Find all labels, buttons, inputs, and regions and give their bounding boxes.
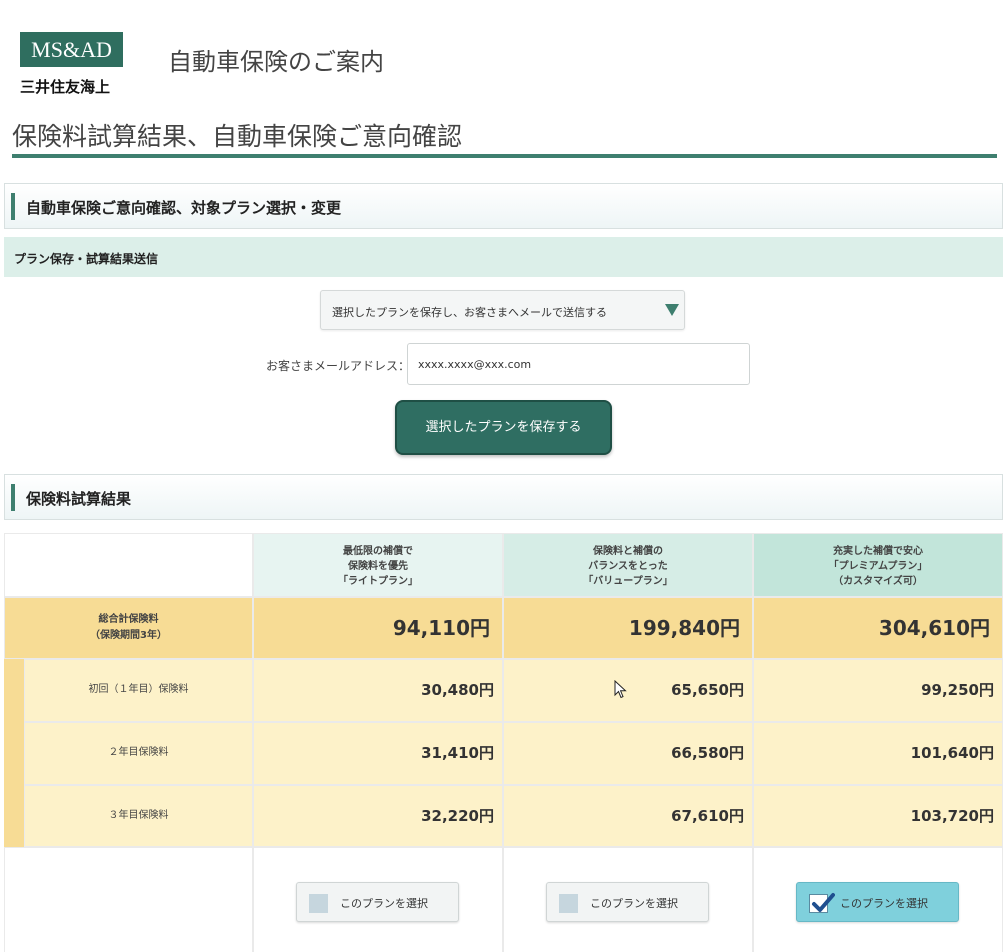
section-header-results: 保険料試算結果	[4, 474, 1003, 520]
select-plan-label: このプランを選択	[340, 897, 428, 910]
year1-premium-value: 65,650円	[503, 659, 753, 722]
select-premium-plan-button[interactable]: このプランを選択	[796, 882, 959, 922]
subsection-title: プラン保存・試算結果送信	[14, 252, 159, 266]
year1-premium-premium: 99,250円	[753, 659, 1003, 722]
site-title: 自動車保険のご案内	[168, 48, 384, 76]
title-divider	[12, 154, 997, 158]
section-title: 保険料試算結果	[26, 490, 132, 508]
year2-premium-premium: 101,640円	[753, 722, 1003, 785]
msad-logo: MS&AD	[20, 32, 123, 67]
checkbox-icon	[559, 894, 578, 913]
checkbox-icon	[309, 894, 328, 913]
dropdown-selected-value: 選択したプランを保存し、お客さまへメールで送信する	[332, 306, 607, 319]
checkmark-icon	[809, 893, 835, 913]
email-label: お客さまメールアドレス：	[266, 359, 411, 373]
company-name: 三井住友海上	[20, 78, 111, 96]
select-plan-label: このプランを選択	[840, 897, 928, 910]
total-premium-premium: 304,610円	[753, 597, 1003, 659]
page-title: 保険料試算結果、自動車保険ご意向確認	[12, 122, 463, 151]
total-premium-label: 総合計保険料 （保険期間3年）	[4, 597, 253, 659]
year3-premium-light: 32,220円	[253, 785, 503, 847]
select-plan-label: このプランを選択	[590, 897, 678, 910]
year3-premium-premium: 103,720円	[753, 785, 1003, 847]
year3-premium-value: 67,610円	[503, 785, 753, 847]
total-premium-light: 94,110円	[253, 597, 503, 659]
triangle-down-icon	[665, 304, 679, 316]
year-rows-accent	[4, 659, 24, 847]
plan-header-value: 保険料と補償の バランスをとった 「バリュープラン」	[503, 533, 753, 597]
select-row-empty	[4, 847, 253, 952]
save-plan-button[interactable]: 選択したプランを保存する	[395, 400, 612, 455]
year1-label: 初回（１年目）保険料	[24, 659, 253, 722]
year1-premium-light: 30,480円	[253, 659, 503, 722]
email-field[interactable]	[407, 343, 750, 385]
save-action-dropdown[interactable]: 選択したプランを保存し、お客さまへメールで送信する	[320, 290, 685, 330]
year2-premium-value: 66,580円	[503, 722, 753, 785]
plan-header-premium: 充実した補償で安心 「プレミアムプラン」 （カスタマイズ可）	[753, 533, 1003, 597]
total-premium-value: 199,840円	[503, 597, 753, 659]
select-light-plan-button[interactable]: このプランを選択	[296, 882, 459, 922]
year2-label: ２年目保険料	[24, 722, 253, 785]
section-title: 自動車保険ご意向確認、対象プラン選択・変更	[26, 199, 342, 217]
subsection-header-save: プラン保存・試算結果送信	[4, 237, 1003, 277]
section-accent-bar	[11, 484, 15, 511]
section-header-intent: 自動車保険ご意向確認、対象プラン選択・変更	[4, 183, 1003, 229]
section-accent-bar	[11, 193, 15, 220]
year3-label: ３年目保険料	[24, 785, 253, 847]
mouse-pointer-icon	[614, 680, 627, 699]
plan-header-light: 最低限の補償で 保険料を優先 「ライトプラン」	[253, 533, 503, 597]
year2-premium-light: 31,410円	[253, 722, 503, 785]
table-corner-cell	[4, 533, 253, 597]
select-value-plan-button[interactable]: このプランを選択	[546, 882, 709, 922]
